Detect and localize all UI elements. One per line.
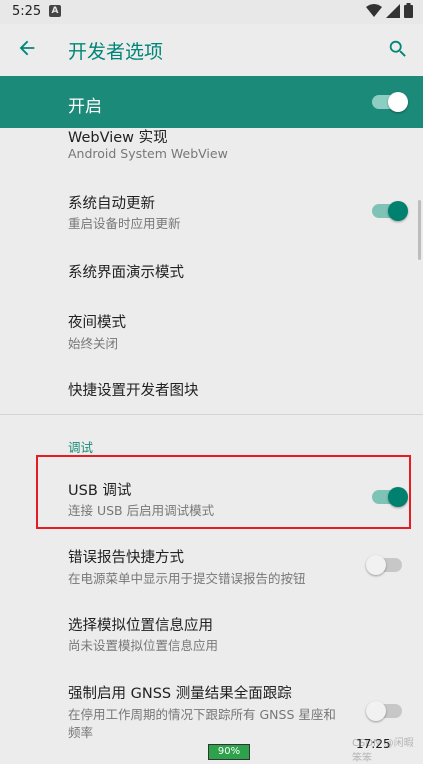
item-title: 系统界面演示模式 <box>68 265 184 281</box>
list-item-system-auto-update[interactable]: 系统自动更新 重启设备时应用更新 <box>0 186 423 236</box>
list-item-bug-report-shortcut[interactable]: 错误报告快捷方式 在电源菜单中显示用于提交错误报告的按钮 <box>0 540 423 590</box>
item-title: WebView 实现 <box>68 130 168 146</box>
status-time: 5:25 <box>12 4 42 19</box>
master-toggle[interactable] <box>372 92 408 112</box>
item-title: 强制启用 GNSS 测量结果全面跟踪 <box>68 686 292 702</box>
master-switch-label: 开启 <box>68 97 102 117</box>
page-title: 开发者选项 <box>68 41 164 63</box>
arrow-back-icon[interactable] <box>16 37 38 63</box>
item-subtitle: 重启设备时应用更新 <box>68 216 181 231</box>
item-title: 快捷设置开发者图块 <box>68 383 199 399</box>
item-subtitle-line2: 频率 <box>68 725 94 740</box>
bottom-clock: 17:25 <box>356 737 391 751</box>
wifi-icon <box>366 3 382 17</box>
list-item-mock-location-app[interactable]: 选择模拟位置信息应用 尚未设置模拟位置信息应用 <box>0 608 423 658</box>
master-switch-bar[interactable]: 开启 <box>0 76 423 128</box>
search-icon[interactable] <box>387 38 409 64</box>
scrollbar[interactable] <box>418 200 421 260</box>
item-subtitle: Android System WebView <box>68 146 228 161</box>
status-icons <box>366 3 413 18</box>
item-subtitle: 始终关闭 <box>68 336 119 351</box>
toggle-knob <box>366 701 386 721</box>
toggle-knob <box>388 201 408 221</box>
bug-report-toggle[interactable] <box>366 555 402 575</box>
item-title: 系统自动更新 <box>68 196 155 212</box>
auto-update-toggle[interactable] <box>372 201 408 221</box>
toggle-knob <box>366 555 386 575</box>
item-subtitle: 在停用工作周期的情况下跟踪所有 GNSS 星座和 <box>68 707 336 722</box>
list-item-webview[interactable]: WebView 实现 Android System WebView <box>0 128 423 168</box>
item-subtitle: 尚未设置模拟位置信息应用 <box>68 638 219 653</box>
item-subtitle: 在电源菜单中显示用于提交错误报告的按钮 <box>68 571 306 586</box>
list-item-quick-settings-tiles[interactable]: 快捷设置开发者图块 <box>0 368 423 408</box>
status-bar: 5:25 A <box>0 0 423 24</box>
battery-icon <box>404 3 413 18</box>
signal-icon <box>386 3 400 18</box>
category-header-debugging: 调试 <box>68 440 94 455</box>
item-title: 夜间模式 <box>68 315 126 331</box>
highlight-annotation-box <box>36 455 411 529</box>
toggle-knob <box>388 92 408 112</box>
item-title: 选择模拟位置信息应用 <box>68 618 213 634</box>
divider <box>0 414 423 415</box>
gnss-tracking-toggle[interactable] <box>366 701 402 721</box>
list-item-night-mode[interactable]: 夜间模式 始终关闭 <box>0 305 423 355</box>
notification-icon: A <box>49 5 61 17</box>
item-title: 错误报告快捷方式 <box>68 550 184 566</box>
list-item-gnss-tracking[interactable]: 强制启用 GNSS 测量结果全面跟踪 在停用工作周期的情况下跟踪所有 GNSS … <box>0 676 423 740</box>
battery-badge: 90% <box>208 744 250 760</box>
list-item-demo-mode[interactable]: 系统界面演示模式 <box>0 250 423 290</box>
toolbar: 开发者选项 <box>0 24 423 76</box>
